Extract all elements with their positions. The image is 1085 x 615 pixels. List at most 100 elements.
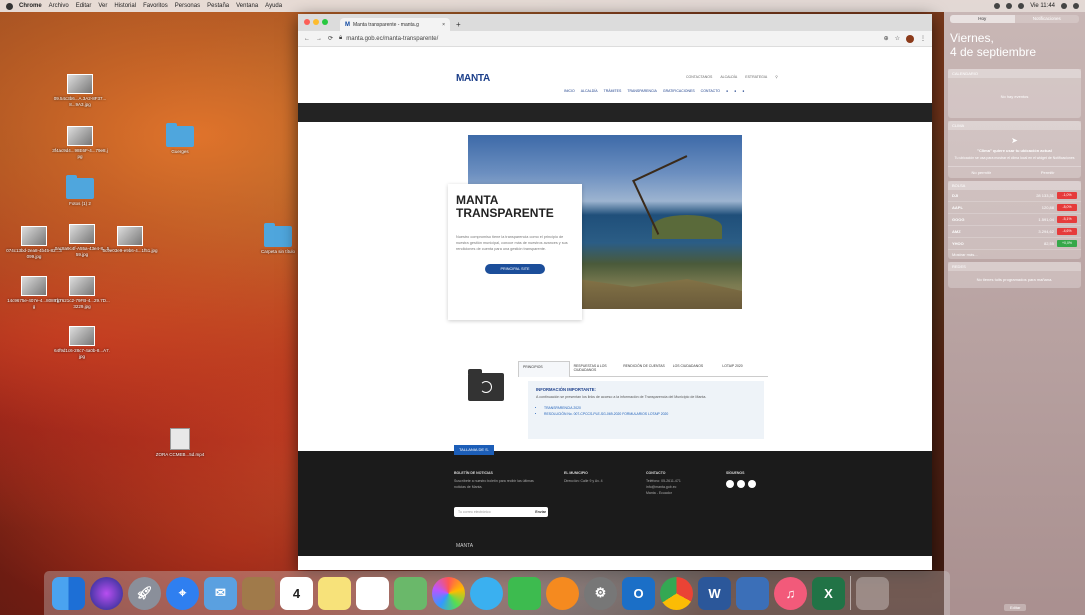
chrome-icon[interactable]	[660, 576, 693, 610]
tab-respuestas[interactable]: RESPUESTAS A LOS CIUDADANOS	[569, 361, 620, 377]
forward-icon[interactable]: →	[316, 36, 322, 42]
tab-rendicion[interactable]: RENDICIÓN DE CUENTAS	[619, 361, 669, 377]
word-icon[interactable]: W	[698, 576, 731, 610]
subscribe-button[interactable]: Enviar	[535, 507, 546, 517]
site-logo[interactable]: MANTA	[456, 73, 490, 84]
nav-item[interactable]: INICIO	[564, 89, 575, 93]
util-link[interactable]: ALCALDÍA	[720, 75, 737, 79]
battery-icon[interactable]	[1018, 3, 1025, 9]
siri-icon[interactable]	[90, 576, 123, 610]
desktop-folder-icon[interactable]: Guerges	[152, 123, 208, 155]
twitter-icon[interactable]	[737, 479, 745, 488]
calendar-icon[interactable]: 4	[280, 576, 313, 610]
menu-item[interactable]: Ver	[98, 3, 107, 9]
system-prefs-icon[interactable]: ⚙	[584, 576, 617, 610]
finder-icon[interactable]	[52, 576, 85, 610]
keynote-icon[interactable]	[736, 576, 769, 610]
menu-item[interactable]: Editar	[76, 3, 92, 9]
notification-center-icon[interactable]	[1073, 3, 1079, 9]
instagram-icon[interactable]: ●	[742, 89, 744, 93]
search-icon[interactable]: ⚲	[775, 75, 778, 79]
reminders-icon[interactable]	[356, 576, 389, 610]
desktop-file-icon[interactable]: ZORA CCMEB...5d.mp4	[152, 428, 208, 458]
minimize-window-icon[interactable]	[313, 19, 319, 25]
menu-app-name[interactable]: Chrome	[19, 3, 42, 9]
desktop-file-icon[interactable]: 5c9e03e9-e9b6-4...1f51.jpg	[102, 226, 158, 254]
nav-item[interactable]: ALCALDÍA	[581, 89, 598, 93]
close-tab-icon[interactable]: ×	[442, 22, 445, 28]
stock-row[interactable]: GOOG 1.591,04 -5,1%	[948, 214, 1081, 226]
close-window-icon[interactable]	[304, 19, 310, 25]
tab-principios[interactable]: PRINCIPIOS	[518, 361, 570, 377]
spotlight-icon[interactable]	[1061, 3, 1067, 9]
back-icon[interactable]: ←	[304, 36, 310, 42]
menu-item[interactable]: Ventana	[236, 3, 258, 9]
tab-lotaip[interactable]: LOTAIP 2020	[718, 361, 768, 377]
notes-icon[interactable]	[318, 576, 351, 610]
footer-badge[interactable]: TALLANIA DE S.	[454, 445, 494, 455]
music-icon[interactable]: ♫	[774, 576, 807, 610]
menu-item[interactable]: Favoritos	[143, 3, 168, 9]
stock-row[interactable]: AMZ 3.294,62 -4,6%	[948, 226, 1081, 238]
nc-tab-notifications[interactable]: Notificaciones	[1014, 15, 1079, 23]
desktop-file-icon[interactable]: 3f4ac9d4...98E6F-4...79e8.jpg	[52, 126, 108, 160]
excel-icon[interactable]: X	[812, 576, 845, 610]
subscribe-email-input[interactable]: Tu correo electrónico Enviar	[454, 507, 548, 517]
menu-item[interactable]: Pestaña	[207, 3, 229, 9]
util-link[interactable]: CONTACTANOS	[686, 75, 712, 79]
allow-location-button[interactable]: Permitir	[1015, 167, 1082, 178]
stock-row[interactable]: AAPL 120,88 -8,0%	[948, 202, 1081, 214]
desktop-folder-icon[interactable]: Fotos (1) 2	[52, 175, 108, 207]
facebook-icon[interactable]: ●	[726, 89, 728, 93]
desktop-file-icon[interactable]: 7b7621c2-79FB-4...29.7D...3229.jpg	[54, 276, 110, 310]
menu-kebab-icon[interactable]: ⋮	[920, 35, 926, 42]
nc-edit-button[interactable]: Editar	[1004, 604, 1027, 611]
tab-ciudadanos[interactable]: LOS CIUDADANOS	[668, 361, 719, 377]
new-tab-icon[interactable]: +	[456, 20, 461, 29]
mail-icon[interactable]: ✉	[204, 576, 237, 610]
zoom-window-icon[interactable]	[322, 19, 328, 25]
menu-item[interactable]: Archivo	[49, 3, 69, 9]
launchpad-icon[interactable]: 🚀︎	[128, 576, 161, 610]
url-input[interactable]: manta.gob.ec/manta-transparente/	[346, 36, 883, 42]
bookmark-star-icon[interactable]: ☆	[895, 35, 900, 42]
browser-tab[interactable]: M Manta transparente - manta.g ×	[340, 18, 450, 31]
nc-tab-today[interactable]: Hoy	[950, 15, 1015, 23]
nav-item[interactable]: TRANSPARENCIA	[627, 89, 657, 93]
twitter-icon[interactable]: ●	[734, 89, 736, 93]
util-link[interactable]: ESTRATEGIA	[745, 75, 767, 79]
profile-avatar[interactable]	[906, 34, 914, 43]
nav-item[interactable]: GRATIFICACIONES	[663, 89, 695, 93]
trash-icon[interactable]	[856, 576, 889, 610]
reload-icon[interactable]: ⟳	[328, 35, 333, 42]
stock-row[interactable]: YHOO 82,55 +0,0%	[948, 238, 1081, 250]
deny-location-button[interactable]: No permitir	[948, 167, 1015, 178]
zoom-icon[interactable]: ⊕	[884, 35, 889, 42]
wifi-icon[interactable]	[994, 3, 1001, 9]
hero-cta-button[interactable]: PRINCIPAL SITE	[485, 264, 545, 275]
desktop-file-icon[interactable]: 09.54c3b6...A.3A2-8F37...8...9A3.jpg	[52, 74, 108, 108]
menu-item[interactable]: Historial	[114, 3, 136, 9]
facebook-icon[interactable]	[726, 479, 734, 488]
menu-item[interactable]: Ayuda	[265, 3, 282, 9]
instagram-icon[interactable]	[748, 479, 756, 488]
stocks-show-more-link[interactable]: Mostrar más...	[948, 250, 1081, 259]
nav-item[interactable]: TRÁMITES	[604, 89, 622, 93]
info-link[interactable]: RESOLUCIÓN No. 007-CPCCS-PLE-SG-069-2020…	[544, 412, 756, 418]
volume-icon[interactable]	[1006, 3, 1013, 9]
outlook-icon[interactable]: O	[622, 576, 655, 610]
safari-icon[interactable]: ⌖	[166, 576, 199, 610]
stock-row[interactable]: DJI 28 133,31 -1,0%	[948, 190, 1081, 202]
desktop-file-icon[interactable]: 64f9d1c6-28c7-4a0b-8...A7.jpg	[54, 326, 110, 360]
books-icon[interactable]	[546, 576, 579, 610]
nav-item[interactable]: CONTACTO	[701, 89, 720, 93]
menu-item[interactable]: Personas	[175, 3, 200, 9]
contacts-icon[interactable]	[242, 576, 275, 610]
photos-icon[interactable]	[432, 576, 465, 610]
facetime-icon[interactable]	[508, 576, 541, 610]
apple-menu-icon[interactable]	[6, 2, 13, 10]
messages-icon[interactable]	[470, 576, 503, 610]
maps-icon[interactable]	[394, 576, 427, 610]
menu-clock[interactable]: Vie 11:44	[1030, 3, 1055, 9]
info-title: INFORMACIÓN IMPORTANTE:	[536, 387, 596, 392]
